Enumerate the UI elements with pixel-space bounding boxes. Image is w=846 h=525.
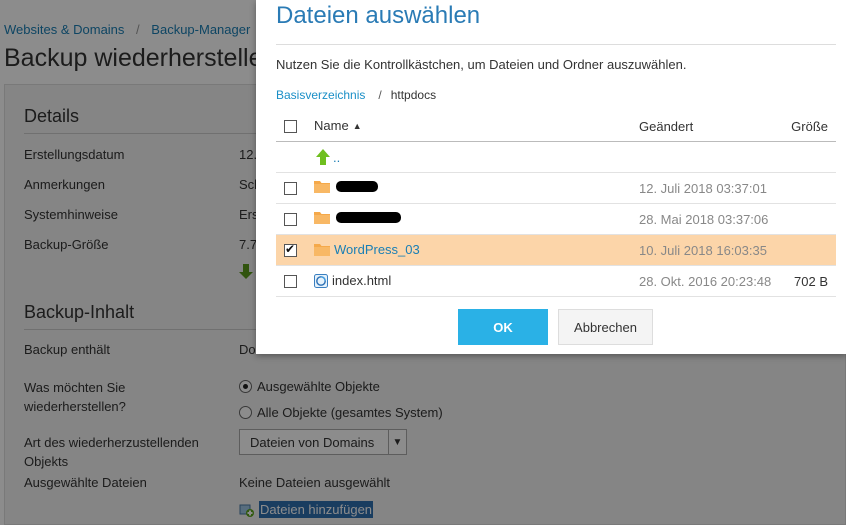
path-current: httpdocs [390, 88, 437, 102]
column-changed-header[interactable]: Geändert [639, 119, 693, 134]
ok-button[interactable]: OK [458, 309, 548, 345]
table-row-parent[interactable]: .. [276, 142, 836, 173]
path-separator: / [378, 88, 382, 102]
file-name-label: index.html [332, 273, 392, 288]
folder-icon [314, 244, 330, 256]
row-checkbox[interactable] [284, 182, 297, 195]
folder-icon [314, 181, 330, 193]
html-file-icon [314, 273, 328, 288]
dialog-title-divider [276, 44, 836, 45]
file-table: Name ▲ Geändert Größe .. 12. Juli 2018 0… [276, 111, 836, 297]
file-changed: 28. Mai 2018 03:37:06 [639, 212, 769, 227]
file-name[interactable]: index.html [314, 273, 391, 288]
row-checkbox[interactable] [284, 275, 297, 288]
table-row-selected[interactable]: WordPress_03 10. Juli 2018 16:03:35 [276, 235, 836, 266]
redacted-name [336, 212, 401, 223]
select-all-checkbox[interactable] [284, 120, 297, 133]
file-name[interactable] [314, 211, 401, 224]
file-changed: 12. Juli 2018 03:37:01 [639, 181, 767, 196]
file-name[interactable] [314, 180, 378, 193]
dialog-description: Nutzen Sie die Kontrollkästchen, um Date… [276, 57, 687, 72]
cancel-button[interactable]: Abbrechen [558, 309, 653, 345]
select-files-dialog: Dateien auswählen Nutzen Sie die Kontrol… [256, 0, 846, 354]
row-checkbox-checked[interactable] [284, 242, 297, 257]
parent-directory-link[interactable]: .. [314, 149, 340, 165]
up-arrow-icon [316, 149, 330, 165]
file-changed: 10. Juli 2018 16:03:35 [639, 243, 767, 258]
dialog-title: Dateien auswählen [276, 2, 481, 29]
column-name-header[interactable]: Name ▲ [314, 118, 362, 133]
table-row[interactable]: 28. Mai 2018 03:37:06 [276, 204, 836, 235]
table-header: Name ▲ Geändert Größe [276, 111, 836, 142]
file-size: 702 B [794, 274, 828, 289]
column-name-label: Name [314, 118, 349, 133]
path-root-link[interactable]: Basisverzeichnis [276, 88, 365, 102]
parent-directory-label: .. [333, 149, 341, 165]
folder-name-link[interactable]: WordPress_03 [334, 242, 420, 257]
column-size-header[interactable]: Größe [791, 119, 828, 134]
path-breadcrumb: Basisverzeichnis / httpdocs [276, 88, 436, 102]
file-changed: 28. Okt. 2016 20:23:48 [639, 274, 772, 289]
folder-icon [314, 212, 330, 224]
file-name[interactable]: WordPress_03 [314, 242, 420, 257]
table-row[interactable]: 12. Juli 2018 03:37:01 [276, 173, 836, 204]
row-checkbox[interactable] [284, 213, 297, 226]
table-row[interactable]: index.html 28. Okt. 2016 20:23:48 702 B [276, 266, 836, 297]
sort-ascending-icon: ▲ [352, 120, 362, 131]
redacted-name [336, 181, 378, 192]
